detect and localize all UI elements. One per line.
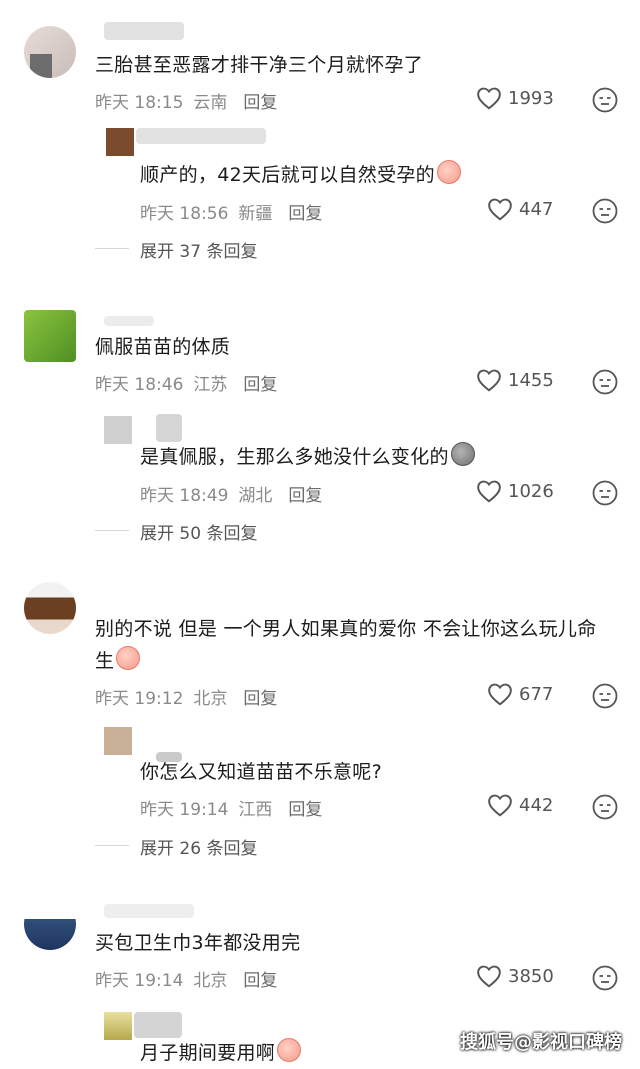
peach-emoji-icon: [436, 160, 461, 184]
reply-text: 你怎么又知道苗苗不乐意呢?: [140, 761, 382, 783]
comment-meta: 昨天 18:46 江苏 回复: [95, 370, 287, 395]
like-count: 3850: [508, 965, 554, 987]
reply-text: 是真佩服，生那么多她没什么变化的: [140, 442, 475, 473]
username-blurred: [104, 904, 194, 918]
reply-button[interactable]: 回复: [243, 375, 277, 395]
like-button[interactable]: 1455: [476, 368, 554, 392]
reply-button[interactable]: 回复: [243, 93, 277, 113]
comment-time: 昨天 19:12: [95, 689, 184, 709]
comment-text: 买包卫生巾3年都没用完: [95, 932, 301, 954]
reply-button[interactable]: 回复: [243, 689, 277, 709]
comment-time: 昨天 18:15: [95, 93, 184, 113]
comment-location: 云南: [193, 93, 228, 113]
comment-meta: 昨天 19:12 北京 回复: [95, 684, 287, 709]
expand-replies-button[interactable]: 展开 50 条回复: [140, 519, 257, 544]
reply-meta: 昨天 18:49 湖北 回复: [140, 481, 332, 506]
comment-location: 北京: [193, 971, 228, 991]
comment-location: 北京: [193, 689, 228, 709]
reply-meta: 昨天 19:14 江西 回复: [140, 795, 332, 820]
comment-time: 昨天 19:14: [95, 971, 184, 991]
gray-face-emoji-icon: [450, 442, 475, 466]
heart-outline-icon: [488, 683, 512, 706]
like-count: 1026: [508, 480, 554, 502]
heart-outline-icon: [488, 198, 512, 221]
heart-outline-icon: [477, 965, 501, 988]
heart-outline-icon: [488, 794, 512, 817]
neutral-face-icon[interactable]: [592, 794, 618, 820]
reply-button[interactable]: 回复: [288, 486, 322, 506]
heart-outline-icon: [477, 369, 501, 392]
reply-location: 江西: [238, 800, 273, 820]
reply-username-blurred: [156, 414, 182, 442]
neutral-face-icon[interactable]: [592, 198, 618, 224]
reply-time: 昨天 18:56: [140, 204, 229, 224]
comment-text: 佩服苗苗的体质: [95, 336, 231, 358]
reply-avatar[interactable]: [104, 1012, 132, 1040]
peach-emoji-icon: [116, 646, 141, 670]
reply-avatar[interactable]: [104, 727, 132, 755]
like-count: 1993: [508, 87, 554, 109]
username-blurred: [104, 22, 184, 40]
like-count: 677: [519, 683, 554, 705]
reply-avatar[interactable]: [104, 416, 132, 444]
reply-meta: 昨天 18:56 新疆 回复: [140, 199, 332, 224]
heart-outline-icon: [477, 87, 501, 110]
username-blurred: [104, 316, 154, 326]
reply-username-blurred: [134, 1012, 182, 1038]
comment-text: 别的不说 但是 一个男人如果真的爱你 不会让你这么玩儿命: [95, 618, 597, 640]
comment-time: 昨天 18:46: [95, 375, 184, 395]
expand-divider: [95, 530, 129, 531]
expand-replies-button[interactable]: 展开 37 条回复: [140, 237, 257, 262]
avatar[interactable]: [24, 26, 76, 78]
reply-button[interactable]: 回复: [288, 800, 322, 820]
reply-text: 月子期间要用啊: [140, 1038, 302, 1069]
avatar[interactable]: [24, 582, 76, 634]
reply-location: 湖北: [238, 486, 273, 506]
like-button[interactable]: 677: [487, 682, 553, 706]
comment-text: 三胎甚至恶露才排干净三个月就怀孕了: [95, 54, 424, 76]
avatar[interactable]: [24, 310, 76, 362]
expand-divider: [95, 845, 129, 846]
neutral-face-icon[interactable]: [592, 683, 618, 709]
comment-meta: 昨天 19:14 北京 回复: [95, 966, 287, 991]
heart-outline-icon: [477, 480, 501, 503]
like-count: 447: [519, 198, 554, 220]
like-button[interactable]: 1026: [476, 479, 554, 503]
neutral-face-icon[interactable]: [592, 369, 618, 395]
reply-avatar[interactable]: [106, 128, 134, 156]
expand-divider: [95, 248, 129, 249]
neutral-face-icon[interactable]: [592, 87, 618, 113]
reply-time: 昨天 19:14: [140, 800, 229, 820]
watermark: 搜狐号@影视口碑榜: [460, 1032, 622, 1053]
reply-time: 昨天 18:49: [140, 486, 229, 506]
like-button[interactable]: 447: [487, 197, 553, 221]
reply-text: 顺产的，42天后就可以自然受孕的: [140, 160, 461, 191]
like-button[interactable]: 1993: [476, 86, 554, 110]
like-button[interactable]: 3850: [476, 964, 554, 988]
like-count: 1455: [508, 369, 554, 391]
neutral-face-icon[interactable]: [592, 965, 618, 991]
neutral-face-icon[interactable]: [592, 480, 618, 506]
crying-emoji-icon: [277, 1038, 302, 1062]
expand-replies-button[interactable]: 展开 26 条回复: [140, 834, 257, 859]
like-button[interactable]: 442: [487, 793, 553, 817]
avatar[interactable]: [24, 898, 76, 950]
like-count: 442: [519, 794, 554, 816]
comment-meta: 昨天 18:15 云南 回复: [95, 88, 287, 113]
comment-text-continued: 生: [95, 646, 141, 677]
reply-button[interactable]: 回复: [288, 204, 322, 224]
reply-location: 新疆: [238, 204, 273, 224]
reply-button[interactable]: 回复: [243, 971, 277, 991]
reply-username-blurred: [136, 128, 266, 144]
comment-location: 江苏: [193, 375, 228, 395]
